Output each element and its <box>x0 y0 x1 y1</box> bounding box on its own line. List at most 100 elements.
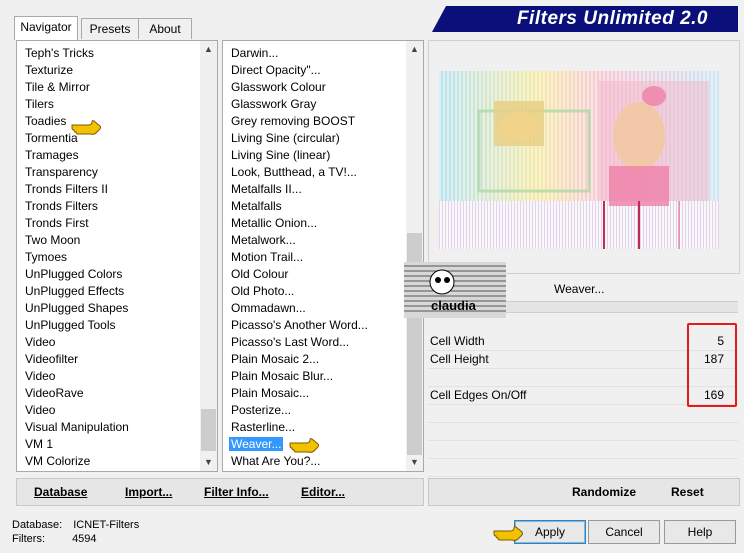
param-label: Cell Height <box>430 352 489 366</box>
list-item[interactable]: Plain Mosaic Blur... <box>223 368 405 385</box>
list-item[interactable]: Rasterline... <box>223 419 405 436</box>
scroll-down-arrow-icon[interactable]: ▼ <box>200 454 217 471</box>
list-item-label: Plain Mosaic 2... <box>231 352 320 366</box>
list-item[interactable]: What Are You?... <box>223 453 405 470</box>
list-item[interactable]: Two Moon <box>17 232 199 249</box>
list-item[interactable]: Old Colour <box>223 266 405 283</box>
param-row-empty <box>428 440 738 459</box>
list-item[interactable]: Look, Butthead, a TV!... <box>223 164 405 181</box>
list-item-label: UnPlugged Tools <box>25 318 116 332</box>
list-item[interactable]: Video <box>17 334 199 351</box>
list-item-label: Video <box>25 335 56 349</box>
list-item[interactable]: VM Colorize <box>17 453 199 470</box>
category-scrollbar[interactable]: ▲ ▼ <box>200 41 217 471</box>
list-item-label: VM 1 <box>25 437 54 451</box>
param-row-empty <box>428 422 738 441</box>
list-item[interactable]: Tormentia <box>17 130 199 147</box>
list-item[interactable]: Transparency <box>17 164 199 181</box>
database-label: Database: <box>12 519 63 531</box>
database-value: ICNET-Filters <box>73 519 140 531</box>
watermark-text: claudia <box>431 298 477 313</box>
list-item[interactable]: Tymoes <box>17 249 199 266</box>
list-item-label: Video <box>25 369 56 383</box>
filter-info-button[interactable]: Filter Info... <box>204 485 269 499</box>
list-item[interactable]: Tronds Filters <box>17 198 199 215</box>
list-item[interactable]: Plain Mosaic 2... <box>223 351 405 368</box>
list-item[interactable]: VideoRave <box>17 385 199 402</box>
list-item[interactable]: UnPlugged Effects <box>17 283 199 300</box>
list-item[interactable]: Video <box>17 368 199 385</box>
cancel-button[interactable]: Cancel <box>588 520 660 544</box>
list-item[interactable]: Metallic Onion... <box>223 215 405 232</box>
scroll-down-arrow-icon[interactable]: ▼ <box>406 454 423 471</box>
list-item-label: VideoRave <box>25 386 84 400</box>
filters-label: Filters: <box>12 533 45 545</box>
list-item[interactable]: Teph's Tricks <box>17 45 199 62</box>
list-item[interactable]: Tronds Filters II <box>17 181 199 198</box>
list-item[interactable]: Picasso's Last Word... <box>223 334 405 351</box>
list-item-label: Plain Mosaic Blur... <box>231 369 334 383</box>
list-item[interactable]: Plain Mosaic... <box>223 385 405 402</box>
list-item[interactable]: Video <box>17 402 199 419</box>
category-list[interactable]: Teph's Tricks Texturize Tile & Mirror Tiler… <box>17 45 199 471</box>
list-item[interactable]: Videofilter <box>17 351 199 368</box>
list-item[interactable]: Metalfalls <box>223 198 405 215</box>
param-label: Cell Edges On/Off <box>430 388 527 402</box>
list-item[interactable]: Glasswork Gray <box>223 96 405 113</box>
database-button[interactable]: Database <box>34 485 87 499</box>
list-item[interactable]: Darwin... <box>223 45 405 62</box>
apply-button[interactable]: Apply <box>514 520 586 544</box>
editor-button[interactable]: Editor... <box>301 485 345 499</box>
list-item[interactable]: Posterize... <box>223 402 405 419</box>
list-item-label: Metallic Onion... <box>231 216 318 230</box>
help-button[interactable]: Help <box>664 520 736 544</box>
list-item[interactable]: Glasswork Colour <box>223 79 405 96</box>
list-item[interactable]: Metalfalls II... <box>223 181 405 198</box>
tab-navigator[interactable]: Navigator <box>14 16 78 40</box>
list-item[interactable]: Living Sine (circular) <box>223 130 405 147</box>
tab-presets[interactable]: Presets <box>81 18 139 39</box>
list-item[interactable]: UnPlugged Tools <box>17 317 199 334</box>
list-item-label: Posterize... <box>231 403 292 417</box>
list-item[interactable]: Grey removing BOOST <box>223 113 405 130</box>
list-item[interactable]: Toadies <box>17 113 199 130</box>
scroll-up-arrow-icon[interactable]: ▲ <box>200 41 217 58</box>
list-item[interactable]: Tile & Mirror <box>17 79 199 96</box>
list-item-label: Grey removing BOOST <box>231 114 356 128</box>
scroll-up-arrow-icon[interactable]: ▲ <box>406 41 423 58</box>
footer-info: Database: ICNET-Filters Filters: 4594 <box>12 518 139 546</box>
list-item[interactable]: Tilers <box>17 96 199 113</box>
list-item-label: Transparency <box>25 165 98 179</box>
list-item-label: Old Photo... <box>231 284 295 298</box>
list-item[interactable]: Tronds First <box>17 215 199 232</box>
list-item[interactable]: Motion Trail... <box>223 249 405 266</box>
list-item[interactable]: Visual Manipulation <box>17 419 199 436</box>
filter-scrollbar[interactable]: ▲ ▼ <box>406 41 423 471</box>
list-item[interactable]: Old Photo... <box>223 283 405 300</box>
tab-about[interactable]: About <box>138 18 192 39</box>
reset-button[interactable]: Reset <box>671 485 704 499</box>
list-item[interactable]: UnPlugged Colors <box>17 266 199 283</box>
list-item[interactable]: Picasso's Another Word... <box>223 317 405 334</box>
list-item[interactable]: Living Sine (linear) <box>223 147 405 164</box>
list-item-label: What Are You?... <box>231 454 321 468</box>
list-item[interactable]: Tramages <box>17 147 199 164</box>
list-item[interactable]: VM 1 <box>17 436 199 453</box>
list-item-label: Teph's Tricks <box>25 46 94 60</box>
list-item-label: Videofilter <box>25 352 79 366</box>
list-item[interactable]: Direct Opacity"... <box>223 62 405 79</box>
filter-list[interactable]: Darwin... Direct Opacity"... Glasswork Col… <box>223 45 405 471</box>
list-item[interactable]: Ommadawn... <box>223 300 405 317</box>
list-item-label: Old Colour <box>231 267 289 281</box>
randomize-button[interactable]: Randomize <box>572 485 636 499</box>
list-item[interactable]: VM Distortion <box>17 470 199 471</box>
list-item-label: UnPlugged Shapes <box>25 301 129 315</box>
list-item[interactable]: Texturize <box>17 62 199 79</box>
preview-image <box>439 71 719 249</box>
import-button[interactable]: Import... <box>125 485 172 499</box>
watermark-logo: claudia <box>404 262 506 318</box>
list-item[interactable]: Metalwork... <box>223 232 405 249</box>
scrollbar-thumb[interactable] <box>201 409 216 451</box>
list-item[interactable]: UnPlugged Shapes <box>17 300 199 317</box>
pointer-hand-icon <box>493 526 523 541</box>
